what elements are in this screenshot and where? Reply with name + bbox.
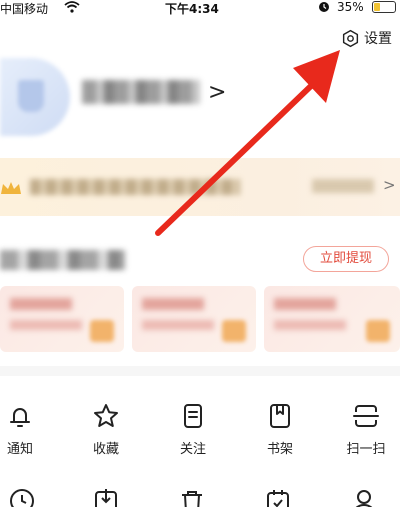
menu-label: 收藏 (92, 442, 119, 457)
menu-label: 通知 (6, 442, 33, 457)
carrier-name: 中国移动 (0, 2, 49, 16)
alarm-icon (319, 2, 329, 12)
crown-icon (1, 182, 21, 194)
menu-label: 扫一扫 (346, 442, 386, 457)
avatar[interactable] (0, 58, 70, 136)
section-divider (0, 366, 400, 376)
battery-fill (374, 3, 380, 11)
status-time: 下午4:34 (165, 2, 219, 16)
wifi-icon (64, 1, 80, 13)
clock-icon[interactable] (8, 487, 36, 507)
download-icon[interactable] (92, 487, 120, 507)
menu-item-following[interactable]: 关注 (153, 402, 233, 457)
earnings-card[interactable] (0, 286, 124, 352)
card-text-blurred (10, 320, 82, 330)
card-text-blurred (10, 298, 72, 310)
vip-banner[interactable]: > (0, 158, 400, 216)
earnings-card[interactable] (132, 286, 256, 352)
battery-icon (372, 1, 396, 13)
card-text-blurred (142, 298, 204, 310)
menu-label: 关注 (179, 442, 206, 457)
menu-item-bookshelf[interactable]: 书架 (240, 402, 320, 457)
trash-icon[interactable] (178, 487, 206, 507)
user-icon[interactable] (350, 487, 378, 507)
status-bar: 中国移动 下午4:34 35% (0, 0, 400, 16)
gift-icon (90, 320, 114, 342)
menu-item-favorites[interactable]: 收藏 (66, 402, 146, 457)
earnings-title-blurred (0, 250, 125, 270)
username-blurred[interactable] (82, 80, 200, 104)
avatar-figure (18, 80, 44, 112)
card-text-blurred (274, 298, 336, 310)
card-text-blurred (142, 320, 214, 330)
scan-icon (353, 405, 379, 427)
earnings-card[interactable] (264, 286, 400, 352)
settings-label: 设置 (364, 31, 392, 47)
gift-icon (222, 320, 246, 342)
withdraw-button[interactable]: 立即提现 (303, 246, 389, 272)
gift-icon (366, 320, 390, 342)
battery-percent: 35% (337, 0, 364, 14)
menu-item-scan[interactable]: 扫一扫 (326, 402, 400, 457)
vip-banner-action-blurred (312, 179, 374, 193)
annotation-arrow-head (293, 50, 340, 103)
profile-chevron-icon[interactable]: > (208, 80, 226, 105)
bell-icon (10, 408, 30, 427)
follow-list-icon (184, 404, 202, 428)
vip-chevron-icon: > (383, 176, 396, 194)
calendar-icon[interactable] (264, 487, 292, 507)
settings-button[interactable]: 设置 (341, 27, 392, 49)
bookshelf-icon (270, 404, 290, 428)
menu-item-notifications[interactable]: 通知 (0, 402, 60, 457)
star-icon (94, 404, 118, 427)
vip-banner-text-blurred (30, 179, 240, 195)
card-text-blurred (274, 320, 346, 330)
gear-icon (342, 29, 359, 47)
menu-label: 书架 (266, 442, 293, 457)
